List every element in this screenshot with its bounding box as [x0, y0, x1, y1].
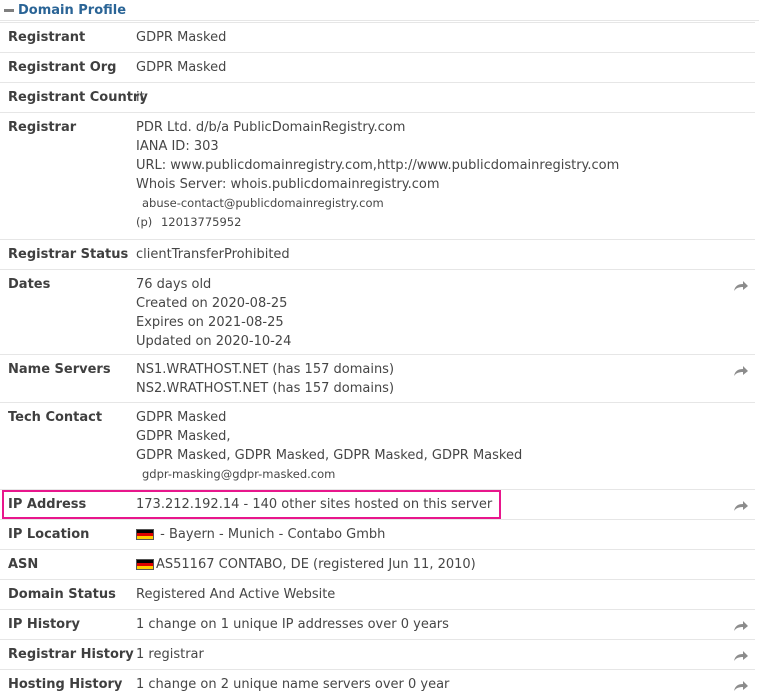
row-label: IP Address: [8, 497, 87, 512]
row-label: Hosting History: [8, 677, 123, 692]
row-value: 76 days old Created on 2020-08-25 Expire…: [136, 270, 755, 354]
row-ip-location: IP Location - Bayern - Munich - Contabo …: [0, 520, 755, 550]
row-name-servers: Name Servers NS1.WRATHOST.NET (has 157 d…: [0, 355, 755, 403]
registrar-iana-id: IANA ID: 303: [136, 139, 219, 154]
row-registrant: Registrant GDPR Masked: [0, 23, 755, 53]
row-label: IP History: [8, 617, 80, 632]
share-arrow-icon[interactable]: [733, 500, 749, 512]
row-value: AS51167 CONTABO, DE (registered Jun 11, …: [136, 550, 755, 579]
row-label: Tech Contact: [8, 410, 103, 425]
expires-date: Expires on 2021-08-25: [136, 315, 284, 330]
registrar-url: URL: www.publicdomainregistry.com,http:/…: [136, 158, 620, 173]
row-hosting-history: Hosting History 1 change on 2 unique nam…: [0, 670, 755, 700]
row-dates: Dates 76 days old Created on 2020-08-25 …: [0, 270, 755, 355]
asn-text: AS51167 CONTABO, DE (registered Jun 11, …: [156, 557, 476, 572]
row-label: Registrar: [8, 120, 77, 135]
row-tech-contact: Tech Contact GDPR Masked GDPR Masked, GD…: [0, 403, 755, 490]
row-value: 1 change on 2 unique name servers over 0…: [136, 677, 450, 692]
row-label: Registrar History: [8, 647, 134, 662]
domain-profile-panel: Domain Profile Registrant GDPR Masked Re…: [0, 0, 759, 692]
row-label: Registrant Country: [8, 90, 148, 105]
name-server-1: NS1.WRATHOST.NET (has 157 domains): [136, 362, 395, 377]
name-server-2: NS2.WRATHOST.NET (has 157 domains): [136, 381, 395, 396]
tech-contact-line: GDPR Masked, GDPR Masked, GDPR Masked, G…: [136, 448, 523, 463]
row-value: it: [136, 90, 145, 105]
registrar-name: PDR Ltd. d/b/a PublicDomainRegistry.com: [136, 120, 406, 135]
domain-profile-header[interactable]: Domain Profile: [0, 0, 759, 21]
phone-prefix: (p): [136, 215, 153, 229]
tech-contact-line: GDPR Masked: [136, 410, 227, 425]
share-arrow-icon[interactable]: [733, 365, 749, 377]
germany-flag-icon: [136, 559, 154, 570]
minus-icon[interactable]: [4, 8, 14, 12]
row-value: GDPR Masked GDPR Masked, GDPR Masked, GD…: [136, 403, 755, 489]
registrar-phone: (p) 12013775952: [136, 213, 715, 232]
row-value: Registered And Active Website: [136, 587, 336, 602]
row-registrant-org: Registrant Org GDPR Masked: [0, 53, 755, 83]
updated-date: Updated on 2020-10-24: [136, 334, 292, 349]
row-label: Name Servers: [8, 362, 111, 377]
domain-age: 76 days old: [136, 277, 212, 292]
registrar-whois-server: Whois Server: whois.publicdomainregistry…: [136, 177, 440, 192]
tech-contact-line: GDPR Masked,: [136, 429, 231, 444]
row-registrar-history: Registrar History 1 registrar: [0, 640, 755, 670]
row-value: GDPR Masked: [136, 30, 227, 45]
created-date: Created on 2020-08-25: [136, 296, 288, 311]
row-registrar-status: Registrar Status clientTransferProhibite…: [0, 240, 755, 270]
section-title[interactable]: Domain Profile: [18, 3, 126, 18]
row-label: Registrant: [8, 30, 86, 45]
row-ip-history: IP History 1 change on 1 unique IP addre…: [0, 610, 755, 640]
share-arrow-icon[interactable]: [733, 280, 749, 292]
domain-profile-table: Registrant GDPR Masked Registrant Org GD…: [0, 22, 755, 700]
row-value: clientTransferProhibited: [136, 247, 290, 262]
row-label: IP Location: [8, 527, 90, 542]
row-registrar: Registrar PDR Ltd. d/b/a PublicDomainReg…: [0, 113, 755, 240]
share-arrow-icon[interactable]: [733, 650, 749, 662]
row-value: - Bayern - Munich - Contabo Gmbh: [136, 520, 755, 549]
row-label: Registrar Status: [8, 247, 129, 262]
share-arrow-icon[interactable]: [733, 620, 749, 632]
tech-contact-email: gdpr-masking@gdpr-masked.com: [142, 467, 336, 481]
row-value: 173.212.192.14 - 140 other sites hosted …: [136, 497, 493, 512]
row-label: Domain Status: [8, 587, 116, 602]
row-label: Registrant Org: [8, 60, 117, 75]
row-label: Dates: [8, 277, 51, 292]
registrar-abuse-email: abuse-contact@publicdomainregistry.com: [142, 196, 384, 210]
row-value: 1 registrar: [136, 647, 204, 662]
row-value: NS1.WRATHOST.NET (has 157 domains) NS2.W…: [136, 355, 755, 402]
row-value: GDPR Masked: [136, 60, 227, 75]
row-registrant-country: Registrant Country it: [0, 83, 755, 113]
row-label: ASN: [8, 557, 39, 572]
row-value: PDR Ltd. d/b/a PublicDomainRegistry.com …: [136, 113, 755, 239]
row-domain-status: Domain Status Registered And Active Webs…: [0, 580, 755, 610]
germany-flag-icon: [136, 529, 154, 540]
row-value: 1 change on 1 unique IP addresses over 0…: [136, 617, 449, 632]
row-ip-address: IP Address 173.212.192.14 - 140 other si…: [0, 490, 755, 520]
ip-location-text: - Bayern - Munich - Contabo Gmbh: [160, 527, 386, 542]
share-arrow-icon[interactable]: [733, 680, 749, 692]
phone-number: 12013775952: [160, 215, 242, 229]
row-asn: ASN AS51167 CONTABO, DE (registered Jun …: [0, 550, 755, 580]
